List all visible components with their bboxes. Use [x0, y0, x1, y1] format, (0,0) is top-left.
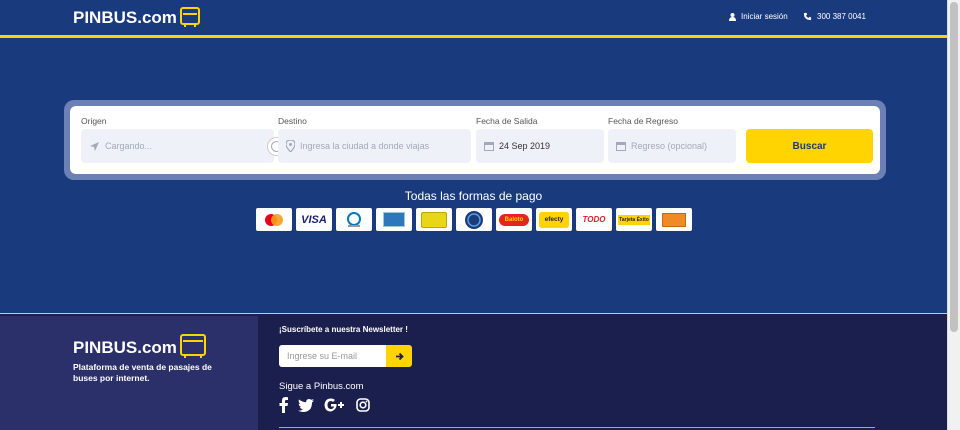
location-arrow-icon	[90, 141, 99, 151]
footer-tagline: Plataforma de venta de pasajes de buses …	[73, 362, 212, 383]
origin-field[interactable]: Cargando...	[81, 129, 274, 163]
departure-date-field[interactable]: 24 Sep 2019	[476, 129, 604, 163]
newsletter-title: ¡Suscríbete a nuestra Newsletter !	[279, 325, 408, 334]
baloto-logo: Baloto	[496, 208, 532, 231]
origin-label: Origen	[81, 116, 107, 126]
calendar-icon	[616, 142, 626, 151]
twitter-icon[interactable]	[298, 398, 314, 412]
calendar-icon	[484, 142, 494, 151]
search-panel: Origen Cargando... Destino Ingresa la ci…	[70, 106, 880, 174]
search-button[interactable]: Buscar	[746, 129, 873, 163]
footer-brand-panel: PINBUS.com Plataforma de venta de pasaje…	[0, 316, 258, 430]
bus-icon	[179, 7, 200, 27]
mastercard-logo	[256, 208, 292, 231]
login-link[interactable]: Iniciar sesión	[729, 12, 788, 21]
diners-club-logo	[336, 208, 372, 231]
credencial-card-logo	[416, 208, 452, 231]
origin-value: Cargando...	[105, 141, 153, 151]
payment-methods-title: Todas las formas de pago	[404, 189, 543, 203]
return-label: Fecha de Regreso	[608, 116, 678, 126]
header-divider	[0, 35, 947, 38]
todo-logo: TODO	[576, 208, 612, 231]
payment-methods-row: VISA Baloto efecty TODO Tarjeta Éxito	[256, 208, 692, 231]
departure-date-value: 24 Sep 2019	[499, 141, 551, 151]
american-express-logo	[376, 208, 412, 231]
brand-text: PINBUS.com	[73, 8, 177, 27]
footer-pinbus-logo[interactable]: PINBUS.com	[73, 334, 206, 358]
destination-label: Destino	[278, 116, 307, 126]
bus-icon	[179, 334, 206, 358]
return-date-field[interactable]: Regreso (opcional)	[608, 129, 736, 163]
footer-rule	[279, 427, 875, 428]
newsletter-submit-button[interactable]	[386, 345, 412, 367]
visa-logo: VISA	[296, 208, 332, 231]
social-links	[279, 397, 370, 413]
map-pin-icon	[286, 140, 295, 152]
page-scrollbar[interactable]	[947, 0, 960, 430]
destination-field[interactable]: Ingresa la ciudad a donde viajas	[278, 129, 471, 163]
gana-logo	[656, 208, 692, 231]
phone-number: 300 387 0041	[817, 12, 866, 21]
newsletter-email-input[interactable]	[279, 345, 386, 367]
pinbus-logo[interactable]: PINBUS.com	[73, 7, 200, 28]
departure-label: Fecha de Salida	[476, 116, 538, 126]
return-date-placeholder: Regreso (opcional)	[631, 141, 708, 151]
top-header: PINBUS.com Iniciar sesión 300 387 0041	[0, 0, 947, 36]
footer-brand-text: PINBUS.com	[73, 338, 177, 357]
facebook-icon[interactable]	[279, 397, 288, 413]
efecty-logo: efecty	[536, 208, 572, 231]
scrollbar-thumb[interactable]	[950, 2, 958, 332]
destination-placeholder: Ingresa la ciudad a donde viajas	[300, 141, 430, 151]
login-label: Iniciar sesión	[741, 12, 788, 21]
google-plus-icon[interactable]	[324, 398, 346, 412]
arrow-right-icon	[395, 352, 404, 360]
follow-label: Sigue a Pinbus.com	[279, 381, 364, 392]
instagram-icon[interactable]	[356, 398, 370, 412]
pse-logo	[456, 208, 492, 231]
search-panel-frame: Origen Cargando... Destino Ingresa la ci…	[64, 100, 886, 180]
phone-icon	[803, 12, 812, 21]
phone-link[interactable]: 300 387 0041	[803, 12, 866, 21]
tarjeta-exito-logo: Tarjeta Éxito	[616, 208, 652, 231]
user-icon	[729, 12, 736, 21]
